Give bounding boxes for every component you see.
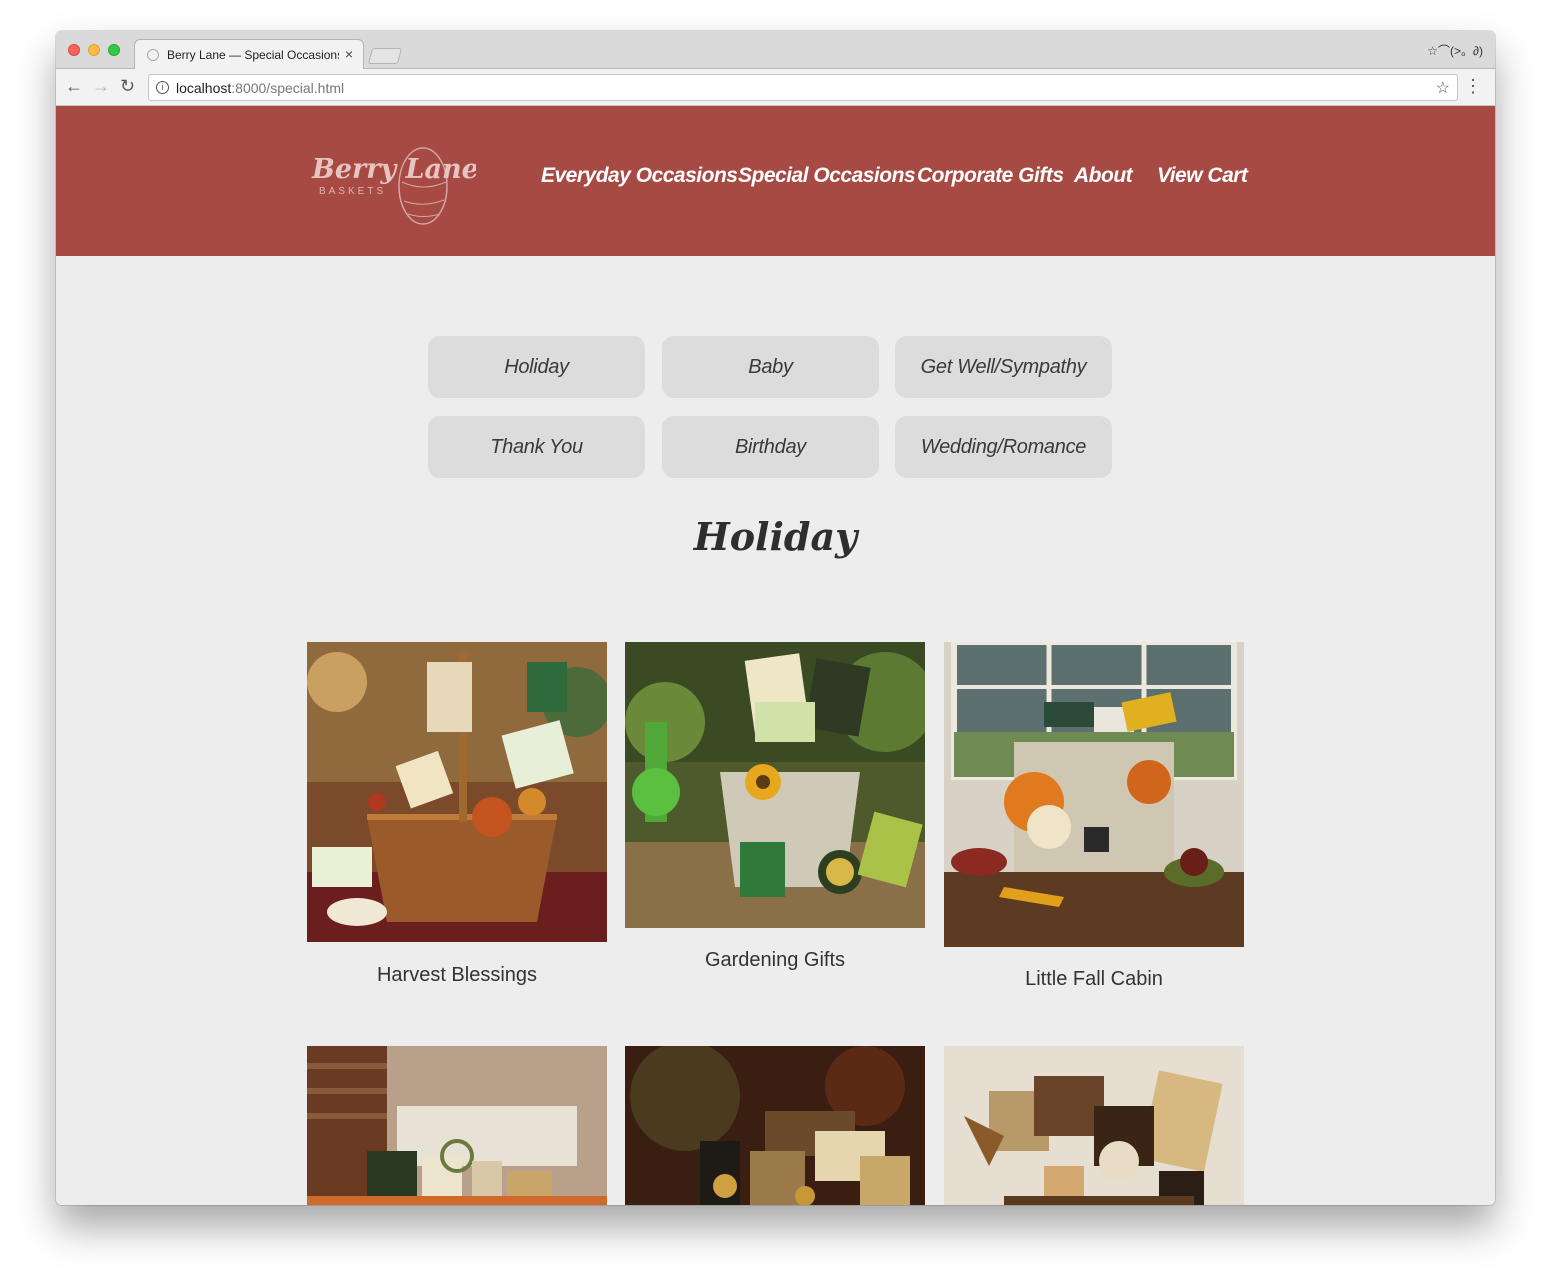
category-birthday-button[interactable]: Birthday <box>662 416 879 478</box>
product-name[interactable]: Gardening Gifts <box>625 949 925 972</box>
product-name[interactable]: Harvest Blessings <box>307 964 607 987</box>
product-name[interactable]: Little Fall Cabin <box>944 968 1244 991</box>
nav-corporate-gifts[interactable]: Corporate Gifts <box>917 164 1064 188</box>
tab-bar: Berry Lane — Special Occasions × ☆⌒(>。∂) <box>56 31 1495 70</box>
category-wedding-button[interactable]: Wedding/Romance <box>895 416 1112 478</box>
product-image[interactable] <box>944 1046 1244 1205</box>
site-header: Berry Lane BASKETS Everyday Occasions Sp… <box>56 106 1495 256</box>
nav-special-occasions[interactable]: Special Occasions <box>738 164 916 188</box>
product-image[interactable] <box>944 642 1244 947</box>
category-baby-button[interactable]: Baby <box>662 336 879 398</box>
back-arrow-icon[interactable]: ← <box>65 76 83 96</box>
profile-label[interactable]: ☆⌒(>。∂) <box>1427 42 1483 59</box>
product-card[interactable]: Gardening Gifts <box>625 642 925 971</box>
page-favicon-icon <box>147 49 159 61</box>
browser-window: Berry Lane — Special Occasions × ☆⌒(>。∂)… <box>56 31 1495 1205</box>
product-image[interactable] <box>307 1046 607 1205</box>
forward-arrow-icon[interactable]: → <box>92 76 110 96</box>
section-title: Holiday <box>693 514 858 559</box>
close-window-button[interactable] <box>68 44 80 56</box>
product-card[interactable] <box>625 1046 925 1205</box>
category-thank-you-button[interactable]: Thank You <box>428 416 645 478</box>
tab-title: Berry Lane — Special Occasions <box>167 48 339 62</box>
maximize-window-button[interactable] <box>108 44 120 56</box>
browser-tab-active[interactable]: Berry Lane — Special Occasions × <box>134 39 364 70</box>
product-image[interactable] <box>625 1046 925 1205</box>
product-card[interactable] <box>944 1046 1244 1205</box>
tab-close-icon[interactable]: × <box>345 46 353 62</box>
url-text[interactable]: localhost:8000/special.html <box>176 80 344 96</box>
minimize-window-button[interactable] <box>88 44 100 56</box>
new-tab-button[interactable] <box>367 48 403 64</box>
page-content: Berry Lane BASKETS Everyday Occasions Sp… <box>56 106 1495 1205</box>
product-image[interactable] <box>625 642 925 928</box>
svg-text:BASKETS: BASKETS <box>319 186 386 197</box>
svg-text:Berry Lane: Berry Lane <box>311 154 476 185</box>
browser-menu-icon[interactable]: ⋮ <box>1464 76 1482 96</box>
category-get-well-button[interactable]: Get Well/Sympathy <box>895 336 1112 398</box>
product-card[interactable]: Little Fall Cabin <box>944 642 1244 990</box>
reload-icon[interactable]: ↻ <box>120 76 135 96</box>
bookmark-star-icon[interactable]: ☆ <box>1436 78 1450 98</box>
info-icon[interactable]: i <box>156 81 169 94</box>
nav-about[interactable]: About <box>1074 164 1133 188</box>
category-holiday-button[interactable]: Holiday <box>428 336 645 398</box>
berry-lane-logo[interactable]: Berry Lane BASKETS <box>306 126 476 236</box>
product-card[interactable] <box>307 1046 607 1205</box>
browser-toolbar: ← → ↻ i localhost:8000/special.html ☆ ⋮ <box>56 69 1495 106</box>
nav-everyday-occasions[interactable]: Everyday Occasions <box>541 164 738 188</box>
address-bar[interactable]: i localhost:8000/special.html ☆ <box>148 74 1458 101</box>
product-card[interactable]: Harvest Blessings <box>307 642 607 986</box>
product-image[interactable] <box>307 642 607 942</box>
nav-view-cart[interactable]: View Cart <box>1157 164 1248 188</box>
